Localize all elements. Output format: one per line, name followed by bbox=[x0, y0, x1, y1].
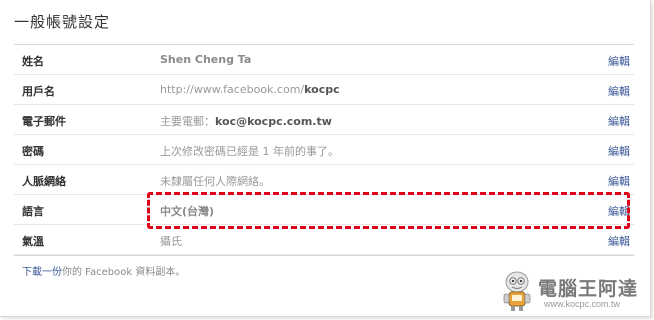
edit-link[interactable]: 編輯 bbox=[608, 53, 630, 69]
language-highlight-box bbox=[147, 192, 630, 229]
row-label: 語言 bbox=[22, 205, 44, 218]
row-label: 電子郵件 bbox=[22, 115, 66, 128]
watermark-title: 電腦王阿達 bbox=[538, 278, 639, 300]
row-label: 人脈網絡 bbox=[22, 175, 66, 188]
row-label: 氣溫 bbox=[22, 235, 44, 248]
edit-link[interactable]: 編輯 bbox=[608, 143, 630, 159]
row-label: 密碼 bbox=[22, 145, 44, 158]
download-copy-suffix: 你的 Facebook 資料副本。 bbox=[62, 267, 186, 278]
edit-link[interactable]: 編輯 bbox=[608, 233, 630, 249]
row-value-bold: kocpc bbox=[304, 83, 340, 96]
row-value: 主要電郵：koc@kocpc.com.tw bbox=[160, 113, 332, 129]
row-value: http://www.facebook.com/kocpc bbox=[160, 83, 340, 96]
row-label: 姓名 bbox=[22, 55, 44, 68]
settings-row-username[interactable]: 用戶名 http://www.facebook.com/kocpc 編輯 bbox=[14, 75, 634, 105]
row-label: 用戶名 bbox=[22, 85, 55, 98]
row-value: Shen Cheng Ta bbox=[160, 53, 252, 66]
settings-row-email[interactable]: 電子郵件 主要電郵：koc@kocpc.com.tw 編輯 bbox=[14, 105, 634, 135]
settings-row-password[interactable]: 密碼 上次修改密碼已經是 1 年前的事了。 編輯 bbox=[14, 135, 634, 165]
page-title: 一般帳號設定 bbox=[14, 13, 111, 31]
row-value-text: http://www.facebook.com/ bbox=[160, 83, 305, 96]
row-value: 未隸屬任何人際網絡。 bbox=[160, 175, 270, 188]
settings-panel: 一般帳號設定 姓名 Shen Cheng Ta 編輯 用戶名 http://ww… bbox=[0, 0, 651, 317]
row-value: 上次修改密碼已經是 1 年前的事了。 bbox=[160, 145, 339, 158]
settings-row-name[interactable]: 姓名 Shen Cheng Ta 編輯 bbox=[14, 45, 634, 75]
settings-row-temperature[interactable]: 氣溫 攝氏 編輯 bbox=[14, 225, 634, 255]
watermark-url: www.kocpc.com.tw bbox=[544, 299, 621, 309]
edit-link[interactable]: 編輯 bbox=[608, 173, 630, 189]
download-copy-link[interactable]: 下載一份 bbox=[22, 267, 62, 278]
download-copy-text: 下載一份你的 Facebook 資料副本。 bbox=[22, 263, 185, 278]
row-value-bold: koc@kocpc.com.tw bbox=[215, 115, 332, 128]
edit-link[interactable]: 編輯 bbox=[608, 113, 630, 129]
watermark: 電腦王阿達 www.kocpc.com.tw bbox=[498, 270, 648, 314]
row-value: 攝氏 bbox=[160, 235, 182, 248]
row-value-text: 主要電郵： bbox=[160, 115, 215, 128]
robot-mascot-icon bbox=[503, 271, 531, 311]
settings-row-networks[interactable]: 人脈網絡 未隸屬任何人際網絡。 編輯 bbox=[14, 165, 634, 195]
edit-link[interactable]: 編輯 bbox=[608, 83, 630, 99]
